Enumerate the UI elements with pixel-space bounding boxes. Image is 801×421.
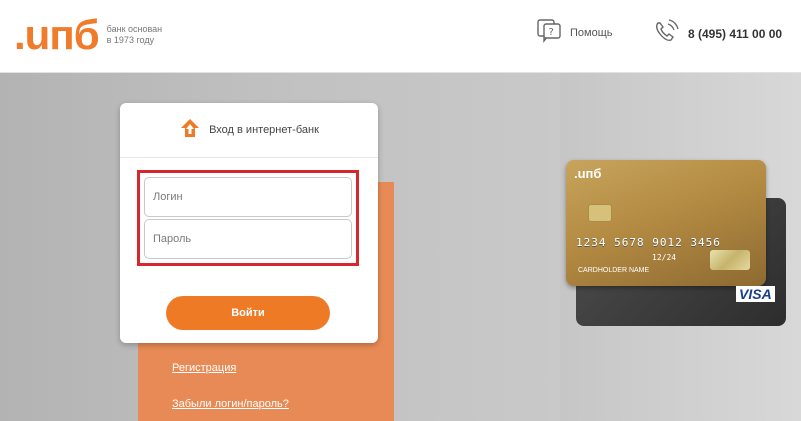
visa-logo: VISA [736, 286, 775, 302]
card-holder: CARDHOLDER NAME [578, 267, 650, 274]
card-chip-icon [588, 204, 612, 222]
logo-tagline: банк основан в 1973 году [107, 24, 163, 46]
promo-cards-image: .uпб 1234 5678 9012 3456 12/24 CARDHOLDE… [566, 160, 796, 340]
card-brand: .uпб [574, 166, 602, 181]
logo-wordmark: .uпб [14, 11, 100, 58]
svg-text:?: ? [549, 27, 554, 38]
tagline-line-1: банк основан [106, 24, 163, 34]
help-bubble-icon: ? [536, 18, 562, 48]
phone-icon [652, 18, 680, 50]
register-link[interactable]: Регистрация [172, 362, 236, 374]
login-input[interactable] [144, 177, 352, 217]
credentials-highlight-frame [137, 170, 359, 266]
login-card-header: Вход в интернет-банк [120, 103, 378, 158]
card-front: .uпб 1234 5678 9012 3456 12/24 CARDHOLDE… [566, 160, 766, 286]
login-submit-button[interactable]: Войти [166, 296, 330, 330]
bank-logo[interactable]: .uпб банк основан в 1973 году [14, 12, 162, 58]
site-header: .uпб банк основан в 1973 году ? Помощь 8… [0, 0, 801, 73]
card-expiry: 12/24 [652, 253, 677, 262]
card-number: 1234 5678 9012 3456 [576, 236, 721, 249]
phone-contact[interactable]: 8 (495) 411 00 00 [652, 18, 782, 50]
phone-number: 8 (495) 411 00 00 [688, 27, 783, 41]
home-arrow-icon [179, 117, 201, 143]
help-link[interactable]: ? Помощь [536, 18, 613, 48]
help-label: Помощь [570, 27, 613, 39]
tagline-line-2: в 1973 году [106, 35, 155, 45]
login-title: Вход в интернет-банк [209, 124, 319, 136]
forgot-password-link[interactable]: Забыли логин/пароль? [172, 398, 289, 410]
card-hologram-icon [710, 250, 750, 270]
password-input[interactable] [144, 219, 352, 259]
